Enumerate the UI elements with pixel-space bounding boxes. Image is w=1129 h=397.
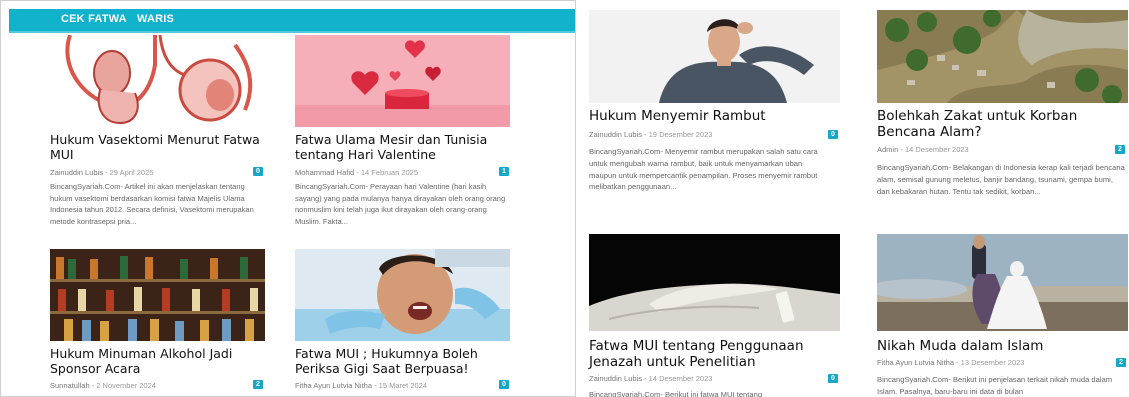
comment-count-badge[interactable]: 0 <box>499 380 509 389</box>
comment-count-badge[interactable]: 0 <box>828 374 838 383</box>
comment-count-badge[interactable]: 0 <box>828 130 838 139</box>
article-meta: Sunnatullah - 2 November 2024 <box>50 381 156 390</box>
article-author[interactable]: Sunnatullah <box>50 381 90 390</box>
comment-count-badge[interactable]: 2 <box>1116 358 1126 367</box>
article-thumbnail[interactable] <box>589 234 840 331</box>
article-date: 14 Desember 2023 <box>648 374 713 383</box>
article-meta: Zainuddin Lubis - 29 April 2025 <box>50 168 154 177</box>
article-date: 2 November 2024 <box>96 381 156 390</box>
article-card: Hukum Vasektomi Menurut Fatwa MUI Zainud… <box>50 35 265 235</box>
article-card: Hukum Minuman Alkohol Jadi Sponsor Acara… <box>50 249 265 396</box>
article-date: 14 Desember 2023 <box>904 145 969 154</box>
article-author[interactable]: Fitha Ayun Lutvia Nitha <box>295 381 372 390</box>
article-author[interactable]: Zainuddin Lubis <box>589 374 642 383</box>
article-title[interactable]: Fatwa MUI tentang Penggunaan Jenazah unt… <box>589 338 841 371</box>
article-date: 13 Desember 2023 <box>960 358 1025 367</box>
article-thumbnail[interactable] <box>50 249 265 341</box>
article-thumbnail[interactable] <box>877 10 1128 103</box>
article-card: Fatwa MUI ; Hukumnya Boleh Periksa Gigi … <box>295 249 510 396</box>
wedding-couple <box>877 234 1128 331</box>
article-author[interactable]: Zainuddin Lubis <box>50 168 103 177</box>
valentine-hearts <box>295 35 510 127</box>
comment-count-badge[interactable]: 2 <box>253 380 263 389</box>
article-excerpt: BincangSyariah.Com- Menyemir rambut meru… <box>589 147 818 192</box>
article-thumbnail[interactable] <box>877 234 1128 331</box>
left-screenshot-panel: CEK FATWA WARIS Hukum Vasektomi Menurut … <box>0 0 576 397</box>
article-author[interactable]: Zainuddin Lubis <box>589 130 642 139</box>
top-navigation-bar: CEK FATWA WARIS <box>9 9 575 31</box>
article-author[interactable]: Mohammad Hafid <box>295 168 354 177</box>
article-title[interactable]: Hukum Menyemir Rambut <box>589 108 841 125</box>
covered-body <box>589 234 840 331</box>
comment-count-badge[interactable]: 1 <box>499 167 509 176</box>
nav-waris[interactable]: WARIS <box>137 13 174 25</box>
article-excerpt: BincangSyariah.Com- Berikut ini penjelas… <box>877 375 1113 396</box>
article-meta: Mohammad Hafid - 14 Februari 2025 <box>295 168 418 177</box>
article-author[interactable]: Fitha Ayun Lutvia Nitha <box>877 358 954 367</box>
article-date: 14 Februari 2025 <box>360 168 418 177</box>
article-title[interactable]: Nikah Muda dalam Islam <box>877 338 1129 355</box>
article-meta: Fitha Ayun Lutvia Nitha - 15 Maret 2024 <box>295 381 428 390</box>
article-author[interactable]: Admin <box>877 145 898 154</box>
nav-underline <box>9 31 575 33</box>
article-excerpt: BincangSyariah.Com- Artikel ini akan men… <box>50 182 254 226</box>
article-meta: Admin - 14 Desember 2023 <box>877 145 969 154</box>
article-card: Fatwa Ulama Mesir dan Tunisia tentang Ha… <box>295 35 510 235</box>
article-thumbnail[interactable] <box>295 35 510 127</box>
article-title[interactable]: Bolehkah Zakat untuk Korban Bencana Alam… <box>877 108 1129 141</box>
article-card: Nikah Muda dalam Islam Fitha Ayun Lutvia… <box>877 234 1129 397</box>
article-meta: Zainuddin Lubis - 19 Desember 2023 <box>589 130 713 139</box>
article-date: 29 April 2025 <box>109 168 154 177</box>
article-card: Fatwa MUI tentang Penggunaan Jenazah unt… <box>589 234 841 397</box>
article-card: Hukum Menyemir Rambut Zainuddin Lubis - … <box>589 10 841 225</box>
article-date: 19 Desember 2023 <box>648 130 713 139</box>
article-card: Bolehkah Zakat untuk Korban Bencana Alam… <box>877 10 1129 225</box>
article-thumbnail[interactable] <box>589 10 840 103</box>
article-title[interactable]: Fatwa Ulama Mesir dan Tunisia tentang Ha… <box>295 132 510 163</box>
liquor-shelf <box>50 249 265 341</box>
dental-checkup <box>295 249 510 341</box>
nav-cek-fatwa[interactable]: CEK FATWA <box>61 13 127 25</box>
article-meta: Zainuddin Lubis - 14 Desember 2023 <box>589 374 713 383</box>
article-thumbnail[interactable] <box>50 35 265 127</box>
article-excerpt: BincangSyariah.Com- Belakangan di Indone… <box>877 163 1125 196</box>
anatomy-illustration <box>50 35 265 127</box>
man-touching-hair <box>589 10 840 103</box>
right-screenshot-panel: Hukum Menyemir Rambut Zainuddin Lubis - … <box>586 0 1129 397</box>
article-title[interactable]: Fatwa MUI ; Hukumnya Boleh Periksa Gigi … <box>295 346 510 377</box>
article-title[interactable]: Hukum Minuman Alkohol Jadi Sponsor Acara <box>50 346 265 377</box>
article-excerpt: BincangSyariah.Com- Perayaan hari Valent… <box>295 182 506 226</box>
comment-count-badge[interactable]: 2 <box>1115 145 1125 154</box>
article-title[interactable]: Hukum Vasektomi Menurut Fatwa MUI <box>50 132 265 163</box>
article-meta: Fitha Ayun Lutvia Nitha - 13 Desember 20… <box>877 358 1025 367</box>
article-thumbnail[interactable] <box>295 249 510 341</box>
article-excerpt: BincangSyariah.Com- Berikut ini fatwa MU… <box>589 390 763 397</box>
flood-aerial <box>877 10 1128 103</box>
article-date: 15 Maret 2024 <box>378 381 428 390</box>
comment-count-badge[interactable]: 0 <box>253 167 263 176</box>
